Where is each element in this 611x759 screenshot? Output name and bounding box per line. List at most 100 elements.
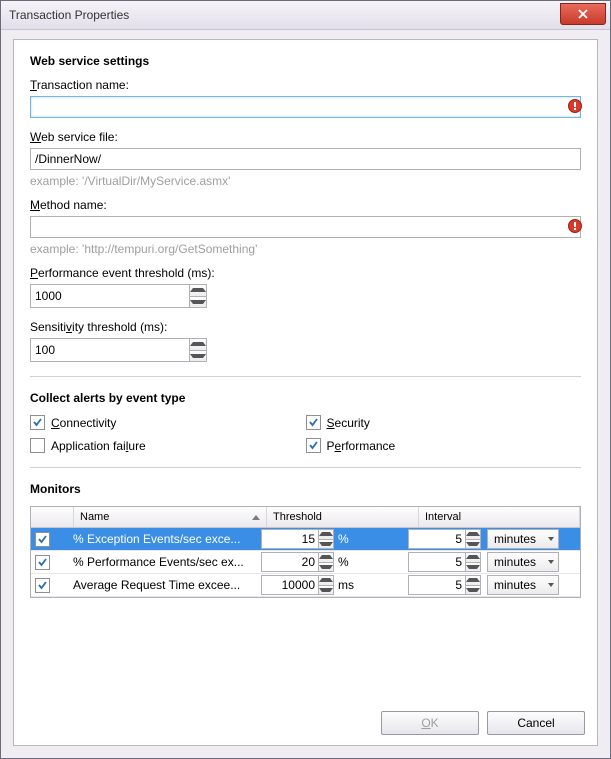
monitor-row-checkbox[interactable] — [35, 555, 50, 570]
method-name-input[interactable] — [30, 216, 581, 238]
spin-down-button[interactable] — [190, 296, 206, 308]
interval-spinner[interactable] — [408, 529, 481, 549]
ok-button[interactable]: OK — [381, 711, 479, 735]
monitor-name-cell: Average Request Time excee... — [69, 574, 257, 596]
spin-up-button[interactable] — [319, 530, 333, 539]
chevron-down-icon — [548, 583, 554, 587]
threshold-input[interactable] — [262, 530, 318, 548]
header-name-col[interactable]: Name — [74, 507, 267, 527]
spin-down-button[interactable] — [466, 585, 480, 595]
cancel-button[interactable]: Cancel — [487, 711, 585, 735]
performance-threshold-input[interactable] — [31, 285, 189, 307]
chevron-down-icon — [466, 565, 480, 569]
error-icon — [567, 98, 583, 114]
spin-down-button[interactable] — [190, 350, 206, 362]
spin-up-button[interactable] — [466, 530, 480, 539]
monitor-row-checkbox[interactable] — [35, 532, 50, 547]
error-icon — [567, 218, 583, 234]
spin-up-button[interactable] — [319, 553, 333, 562]
spin-down-button[interactable] — [466, 539, 480, 549]
spin-down-button[interactable] — [319, 539, 333, 549]
threshold-unit: % — [338, 555, 349, 569]
sort-asc-icon — [252, 515, 260, 520]
interval-input[interactable] — [409, 576, 465, 594]
interval-spinner[interactable] — [408, 575, 481, 595]
dialog-footer: OK Cancel — [381, 711, 585, 735]
interval-spinner[interactable] — [408, 552, 481, 572]
connectivity-checkbox[interactable] — [30, 415, 45, 430]
interval-unit-label: minutes — [494, 555, 536, 569]
performance-checkbox[interactable] — [306, 438, 321, 453]
monitors-header: Name Threshold Interval — [31, 507, 580, 528]
close-icon — [578, 9, 588, 19]
spin-up-button[interactable] — [466, 553, 480, 562]
spin-down-button[interactable] — [319, 585, 333, 595]
chevron-up-icon — [466, 578, 480, 582]
threshold-unit: ms — [338, 578, 354, 592]
dialog-body: Web service settings Transaction name: W… — [13, 39, 598, 746]
chevron-down-icon — [548, 560, 554, 564]
header-interval-col[interactable]: Interval — [419, 507, 580, 527]
section-monitors: Monitors — [30, 482, 581, 496]
method-name-hint: example: 'http://tempuri.org/GetSomethin… — [30, 242, 581, 256]
performance-label: Performance — [327, 439, 396, 453]
performance-threshold-spinner[interactable] — [30, 284, 207, 308]
transaction-name-input[interactable] — [30, 96, 581, 118]
threshold-input[interactable] — [262, 553, 318, 571]
threshold-spinner[interactable] — [261, 552, 334, 572]
chevron-down-icon — [319, 542, 333, 546]
separator — [30, 376, 581, 377]
chevron-down-icon — [319, 565, 333, 569]
spin-down-button[interactable] — [319, 562, 333, 572]
spin-down-button[interactable] — [466, 562, 480, 572]
header-threshold-col[interactable]: Threshold — [267, 507, 419, 527]
chevron-down-icon — [319, 588, 333, 592]
spin-up-button[interactable] — [319, 576, 333, 585]
sensitivity-threshold-spinner[interactable] — [30, 338, 207, 362]
application-failure-checkbox[interactable] — [30, 438, 45, 453]
chevron-up-icon — [190, 342, 206, 346]
interval-unit-select[interactable]: minutes — [487, 529, 559, 549]
threshold-spinner[interactable] — [261, 575, 334, 595]
section-collect-alerts: Collect alerts by event type — [30, 391, 581, 405]
monitor-name-cell: % Performance Events/sec ex... — [69, 551, 257, 573]
spin-up-button[interactable] — [190, 339, 206, 350]
chevron-down-icon — [190, 354, 206, 358]
chevron-down-icon — [466, 588, 480, 592]
table-row[interactable]: % Performance Events/sec ex...% minutes — [31, 551, 580, 574]
header-checkbox-col[interactable] — [31, 507, 74, 527]
transaction-name-label: Transaction name: — [30, 78, 581, 92]
security-checkbox[interactable] — [306, 415, 321, 430]
separator — [30, 467, 581, 468]
chevron-up-icon — [319, 555, 333, 559]
chevron-down-icon — [548, 537, 554, 541]
dialog-window: Transaction Properties Web service setti… — [0, 0, 611, 759]
spin-up-button[interactable] — [466, 576, 480, 585]
spin-up-button[interactable] — [190, 285, 206, 296]
interval-unit-select[interactable]: minutes — [487, 575, 559, 595]
interval-unit-select[interactable]: minutes — [487, 552, 559, 572]
monitor-row-checkbox[interactable] — [35, 578, 50, 593]
sensitivity-threshold-input[interactable] — [31, 339, 189, 361]
table-row[interactable]: % Exception Events/sec exce...% minutes — [31, 528, 580, 551]
chevron-up-icon — [466, 555, 480, 559]
threshold-unit: % — [338, 532, 349, 546]
chevron-down-icon — [190, 300, 206, 304]
performance-threshold-label: Performance event threshold (ms): — [30, 266, 581, 280]
chevron-down-icon — [466, 542, 480, 546]
monitors-table: Name Threshold Interval % Exception Even… — [30, 506, 581, 598]
application-failure-label: Application failure — [51, 439, 146, 453]
interval-input[interactable] — [409, 530, 465, 548]
interval-input[interactable] — [409, 553, 465, 571]
table-row[interactable]: Average Request Time excee... ms minutes — [31, 574, 580, 597]
monitor-name-cell: % Exception Events/sec exce... — [69, 528, 257, 550]
chevron-up-icon — [319, 532, 333, 536]
chevron-up-icon — [319, 578, 333, 582]
security-label: Security — [327, 416, 370, 430]
threshold-input[interactable] — [262, 576, 318, 594]
titlebar: Transaction Properties — [1, 1, 610, 30]
interval-unit-label: minutes — [494, 532, 536, 546]
close-button[interactable] — [560, 3, 606, 25]
threshold-spinner[interactable] — [261, 529, 334, 549]
web-service-file-input[interactable] — [30, 148, 581, 170]
